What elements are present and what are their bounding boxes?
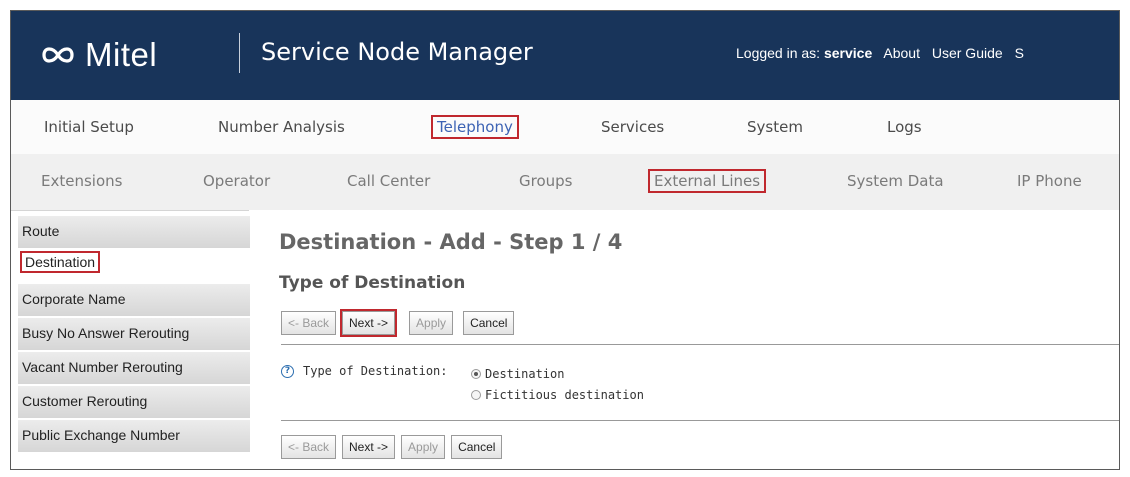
submenu-operator[interactable]: Operator [203, 172, 270, 190]
help-icon[interactable]: ? [281, 365, 294, 378]
divider-top [281, 344, 1119, 345]
logo-text: Mitel [85, 36, 158, 73]
sidebar-item-busy-no-answer-rerouting[interactable]: Busy No Answer Rerouting [18, 318, 250, 352]
sidebar-item-label: Corporate Name [22, 291, 126, 307]
cancel-button[interactable]: Cancel [463, 311, 515, 335]
menu-logs[interactable]: Logs [887, 118, 922, 136]
sidebar-item-destination[interactable]: Destination [18, 250, 250, 284]
sub-menu: Extensions Operator Call Center Groups E… [11, 154, 1119, 211]
menu-number-analysis[interactable]: Number Analysis [218, 118, 345, 136]
about-link[interactable]: About [883, 45, 920, 61]
menu-services[interactable]: Services [601, 118, 664, 136]
header-links: Logged in as: service About User Guide S [736, 45, 1032, 61]
truncated-link[interactable]: S [1015, 45, 1024, 61]
sidebar-item-label: Route [22, 223, 60, 239]
type-of-destination-field: ? Type of Destination: [281, 364, 448, 378]
sidebar-item-vacant-number-rerouting[interactable]: Vacant Number Rerouting [18, 352, 250, 386]
menu-system[interactable]: System [747, 118, 803, 136]
next-button[interactable]: Next -> [342, 435, 396, 459]
submenu-groups[interactable]: Groups [519, 172, 572, 190]
button-row-top: <- Back Next -> Apply Cancel [281, 309, 515, 337]
sidebar-item-label: Public Exchange Number [22, 427, 180, 443]
sidebar-item-corporate-name[interactable]: Corporate Name [18, 284, 250, 318]
radio-label: Fictitious destination [485, 388, 644, 402]
logged-in-info: Logged in as: service [736, 45, 872, 61]
radio-option-destination[interactable]: Destination [471, 367, 564, 381]
mitel-logo-icon [42, 47, 74, 63]
logged-in-prefix: Logged in as: [736, 45, 824, 61]
sidebar-item-customer-rerouting[interactable]: Customer Rerouting [18, 386, 250, 420]
app-window: Mitel Service Node Manager Logged in as:… [10, 10, 1120, 470]
sidebar-item-label: Destination [20, 251, 101, 273]
sidebar: Route Destination Corporate Name Busy No… [18, 216, 250, 454]
submenu-ip-phone[interactable]: IP Phone [1017, 172, 1082, 190]
submenu-extensions[interactable]: Extensions [41, 172, 122, 190]
apply-button[interactable]: Apply [401, 435, 446, 459]
radio-label: Destination [485, 367, 565, 381]
sidebar-item-public-exchange-number[interactable]: Public Exchange Number [18, 420, 250, 454]
section-title: Type of Destination [279, 273, 466, 293]
user-guide-link[interactable]: User Guide [932, 45, 1003, 61]
sidebar-item-label: Vacant Number Rerouting [22, 359, 183, 375]
mitel-logo: Mitel [41, 36, 157, 74]
back-button[interactable]: <- Back [281, 311, 337, 335]
field-label: Type of Destination: [303, 364, 448, 378]
divider-bottom [281, 420, 1119, 421]
menu-initial-setup[interactable]: Initial Setup [44, 118, 134, 136]
main-menu: Initial Setup Number Analysis Telephony … [11, 100, 1119, 155]
radio-button[interactable] [471, 368, 481, 379]
page-title: Destination - Add - Step 1 / 4 [279, 230, 623, 254]
sidebar-item-label: Customer Rerouting [22, 393, 148, 409]
next-button[interactable]: Next -> [340, 309, 398, 337]
cancel-button[interactable]: Cancel [451, 435, 503, 459]
header-divider [239, 33, 240, 73]
top-header: Mitel Service Node Manager Logged in as:… [11, 11, 1119, 100]
submenu-external-lines[interactable]: External Lines [648, 169, 767, 193]
logged-in-user: service [823, 45, 873, 61]
sidebar-item-label: Busy No Answer Rerouting [22, 325, 190, 341]
app-title: Service Node Manager [261, 38, 533, 66]
sidebar-item-route[interactable]: Route [18, 216, 250, 250]
submenu-system-data[interactable]: System Data [847, 172, 944, 190]
radio-button[interactable] [471, 389, 481, 400]
menu-telephony[interactable]: Telephony [431, 115, 519, 139]
apply-button[interactable]: Apply [409, 311, 454, 335]
back-button[interactable]: <- Back [281, 435, 337, 459]
radio-option-fictitious[interactable]: Fictitious destination [471, 388, 644, 402]
submenu-call-center[interactable]: Call Center [347, 172, 430, 190]
button-row-bottom: <- Back Next -> Apply Cancel [281, 435, 503, 459]
